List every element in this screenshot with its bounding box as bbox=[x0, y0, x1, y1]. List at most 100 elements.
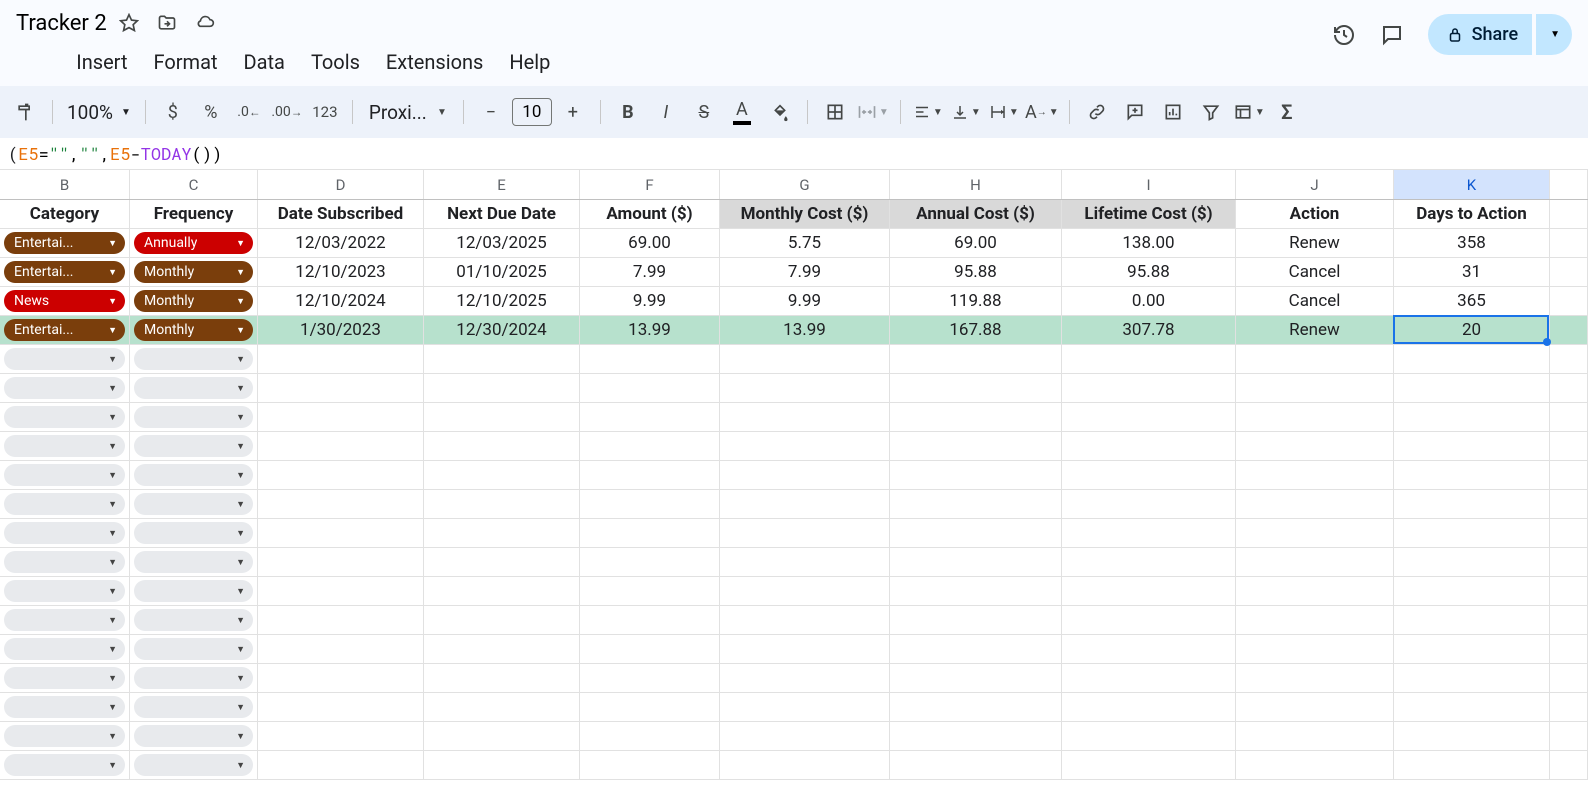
cell[interactable] bbox=[1236, 635, 1394, 663]
header-cell[interactable]: Date Subscribed bbox=[258, 200, 424, 228]
dropdown-chip[interactable]: News▼ bbox=[4, 290, 125, 312]
cell[interactable] bbox=[580, 403, 720, 431]
cell[interactable] bbox=[258, 722, 424, 750]
dropdown-chip[interactable]: ▼ bbox=[4, 638, 125, 660]
filter-views-icon[interactable]: ▼ bbox=[1232, 95, 1266, 129]
cell[interactable] bbox=[890, 751, 1062, 779]
text-rotation-icon[interactable]: A→▼ bbox=[1025, 95, 1059, 129]
cell[interactable] bbox=[580, 374, 720, 402]
cell[interactable] bbox=[580, 751, 720, 779]
header-cell[interactable]: Frequency bbox=[130, 200, 258, 228]
cell[interactable]: Cancel bbox=[1236, 258, 1394, 286]
header-cell[interactable]: Amount ($) bbox=[580, 200, 720, 228]
cell[interactable] bbox=[1236, 664, 1394, 692]
cell[interactable]: ▼ bbox=[130, 490, 258, 518]
cell[interactable] bbox=[720, 577, 890, 605]
cell[interactable] bbox=[720, 345, 890, 373]
cell[interactable] bbox=[580, 432, 720, 460]
dropdown-chip[interactable]: ▼ bbox=[134, 609, 253, 631]
dropdown-chip[interactable]: ▼ bbox=[134, 551, 253, 573]
cell[interactable] bbox=[720, 519, 890, 547]
borders-icon[interactable] bbox=[818, 95, 852, 129]
column-header-K[interactable]: K bbox=[1394, 170, 1550, 199]
cell[interactable] bbox=[890, 548, 1062, 576]
cell[interactable] bbox=[580, 722, 720, 750]
cell[interactable] bbox=[1236, 577, 1394, 605]
cell[interactable] bbox=[1236, 693, 1394, 721]
cell[interactable]: 12/10/2025 bbox=[424, 287, 580, 315]
number-format-icon[interactable]: 123 bbox=[308, 95, 342, 129]
cell[interactable]: ▼ bbox=[130, 664, 258, 692]
cell[interactable]: ▼ bbox=[130, 577, 258, 605]
dropdown-chip[interactable]: ▼ bbox=[4, 609, 125, 631]
zoom-dropdown[interactable]: 100%▼ bbox=[63, 95, 135, 129]
header-cell[interactable]: Monthly Cost ($) bbox=[720, 200, 890, 228]
cell[interactable]: Monthly▼ bbox=[130, 316, 258, 344]
cell[interactable] bbox=[580, 577, 720, 605]
cell[interactable]: 01/10/2025 bbox=[424, 258, 580, 286]
dropdown-chip[interactable]: Entertai...▼ bbox=[4, 232, 125, 254]
text-color-icon[interactable]: A bbox=[725, 95, 759, 129]
cell[interactable] bbox=[1394, 722, 1550, 750]
cell[interactable] bbox=[1394, 345, 1550, 373]
cell[interactable] bbox=[720, 606, 890, 634]
dropdown-chip[interactable]: ▼ bbox=[134, 435, 253, 457]
fill-color-icon[interactable] bbox=[763, 95, 797, 129]
cell[interactable] bbox=[1062, 751, 1236, 779]
dropdown-chip[interactable]: ▼ bbox=[4, 667, 125, 689]
cell[interactable] bbox=[424, 577, 580, 605]
cell[interactable] bbox=[720, 751, 890, 779]
cell[interactable]: 12/30/2024 bbox=[424, 316, 580, 344]
cell[interactable]: ▼ bbox=[130, 548, 258, 576]
cell[interactable]: ▼ bbox=[130, 461, 258, 489]
cell[interactable]: 69.00 bbox=[890, 229, 1062, 257]
cell[interactable] bbox=[1236, 751, 1394, 779]
cell[interactable] bbox=[580, 693, 720, 721]
cell[interactable]: ▼ bbox=[130, 722, 258, 750]
cell[interactable] bbox=[890, 432, 1062, 460]
cell[interactable] bbox=[720, 403, 890, 431]
cell[interactable] bbox=[720, 374, 890, 402]
bold-icon[interactable]: B bbox=[611, 95, 645, 129]
cell[interactable] bbox=[258, 548, 424, 576]
cell[interactable]: Monthly▼ bbox=[130, 287, 258, 315]
share-button[interactable]: Share bbox=[1428, 14, 1532, 55]
column-header-B[interactable]: B bbox=[0, 170, 130, 199]
menu-extensions[interactable]: Extensions bbox=[386, 50, 483, 74]
cell[interactable]: Renew bbox=[1236, 229, 1394, 257]
cell[interactable]: 9.99 bbox=[720, 287, 890, 315]
cell[interactable] bbox=[720, 693, 890, 721]
cell[interactable] bbox=[720, 548, 890, 576]
cell[interactable]: 119.88 bbox=[890, 287, 1062, 315]
cell[interactable] bbox=[1062, 345, 1236, 373]
cell[interactable] bbox=[424, 693, 580, 721]
cell[interactable]: 5.75 bbox=[720, 229, 890, 257]
cell[interactable] bbox=[1062, 490, 1236, 518]
increase-font-icon[interactable]: + bbox=[556, 95, 590, 129]
cell[interactable] bbox=[424, 548, 580, 576]
increase-decimal-icon[interactable]: .00→ bbox=[270, 95, 304, 129]
dropdown-chip[interactable]: ▼ bbox=[134, 464, 253, 486]
dropdown-chip[interactable]: ▼ bbox=[134, 522, 253, 544]
cell[interactable] bbox=[890, 577, 1062, 605]
cell[interactable]: 13.99 bbox=[580, 316, 720, 344]
cell[interactable] bbox=[1394, 374, 1550, 402]
cell[interactable] bbox=[424, 606, 580, 634]
cell[interactable] bbox=[1394, 664, 1550, 692]
cell[interactable]: 167.88 bbox=[890, 316, 1062, 344]
header-cell[interactable]: Category bbox=[0, 200, 130, 228]
cell[interactable] bbox=[258, 374, 424, 402]
dropdown-chip[interactable]: ▼ bbox=[4, 696, 125, 718]
cell[interactable]: 307.78 bbox=[1062, 316, 1236, 344]
cell[interactable] bbox=[1394, 606, 1550, 634]
cell[interactable]: ▼ bbox=[130, 606, 258, 634]
cell[interactable]: 7.99 bbox=[580, 258, 720, 286]
dropdown-chip[interactable]: Monthly▼ bbox=[134, 290, 253, 312]
dropdown-chip[interactable]: Annually▼ bbox=[134, 232, 253, 254]
cell[interactable] bbox=[258, 403, 424, 431]
percent-icon[interactable]: % bbox=[194, 95, 228, 129]
move-folder-icon[interactable] bbox=[157, 13, 177, 33]
vertical-align-icon[interactable]: ▼ bbox=[949, 95, 983, 129]
cell[interactable]: 31 bbox=[1394, 258, 1550, 286]
functions-icon[interactable]: Σ bbox=[1270, 95, 1304, 129]
